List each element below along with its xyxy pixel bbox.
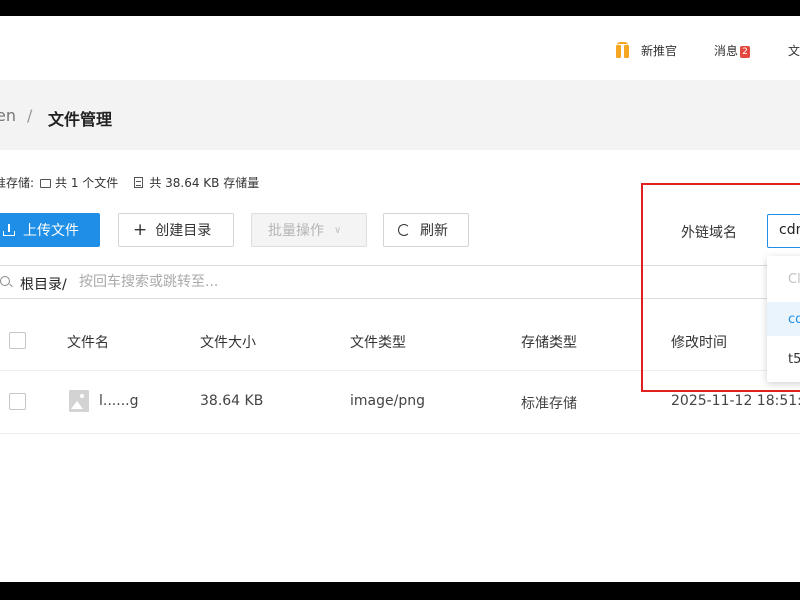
breadcrumb: en / 文件管理 xyxy=(0,80,800,150)
storage-type: 标准存储 xyxy=(521,396,577,412)
refresh-label: 刷新 xyxy=(420,223,448,239)
upload-file-button[interactable]: 上传文件 xyxy=(0,213,100,247)
breadcrumb-separator: / xyxy=(27,106,33,125)
create-directory-button[interactable]: + 创建目录 xyxy=(118,213,234,247)
breadcrumb-parent[interactable]: en xyxy=(0,106,16,125)
page-title: 文件管理 xyxy=(48,110,113,129)
highlight-box xyxy=(641,183,800,392)
batch-operations-button[interactable]: 批量操作 ∨ xyxy=(251,213,367,247)
upload-label: 上传文件 xyxy=(23,223,79,239)
refresh-button[interactable]: 刷新 xyxy=(383,213,469,247)
folder-icon xyxy=(40,179,52,188)
select-all-checkbox[interactable] xyxy=(9,332,26,349)
file-size: 38.64 KB xyxy=(200,393,264,409)
plus-icon: + xyxy=(133,219,148,240)
column-header-name: 文件名 xyxy=(67,335,109,351)
gift-icon xyxy=(616,42,630,58)
messages-badge: 2 xyxy=(740,46,751,58)
messages-link[interactable]: 消息 2 xyxy=(714,42,751,59)
image-file-icon xyxy=(69,390,89,412)
create-directory-label: 创建目录 xyxy=(155,223,212,239)
upload-icon xyxy=(3,224,15,236)
file-type: image/png xyxy=(350,393,425,409)
top-nav: 新推官 消息 2 文 xyxy=(0,16,800,80)
chevron-down-icon: ∨ xyxy=(334,224,342,236)
refresh-icon xyxy=(398,224,410,236)
row-checkbox[interactable] xyxy=(9,393,26,410)
file-count: 共 1 个文件 xyxy=(55,176,119,190)
new-recommend-link[interactable]: 新推官 xyxy=(641,42,677,59)
storage-stats: 准存储: 共 1 个文件 共 38.64 KB 存储量 xyxy=(0,174,259,191)
messages-label: 消息 xyxy=(714,44,739,58)
search-icon xyxy=(0,276,10,286)
batch-operations-label: 批量操作 xyxy=(268,223,324,239)
storage-size: 共 38.64 KB 存储量 xyxy=(149,176,260,190)
modified-time: 2025-11-12 18:51:3 xyxy=(671,393,800,409)
file-name[interactable]: l......g xyxy=(99,393,138,409)
app-screen: 新推官 消息 2 文 en / 文件管理 准存储: 共 1 个文件 共 38.64 K… xyxy=(0,16,800,582)
search-input[interactable] xyxy=(79,272,679,292)
root-directory-link[interactable]: 根目录/ xyxy=(20,274,67,294)
docs-link[interactable]: 文 xyxy=(788,42,800,59)
column-header-storage: 存储类型 xyxy=(521,335,577,351)
column-header-type: 文件类型 xyxy=(350,335,406,351)
document-icon xyxy=(134,177,144,188)
storage-type-label: 准存储: xyxy=(0,176,35,190)
column-header-size: 文件大小 xyxy=(200,335,256,351)
